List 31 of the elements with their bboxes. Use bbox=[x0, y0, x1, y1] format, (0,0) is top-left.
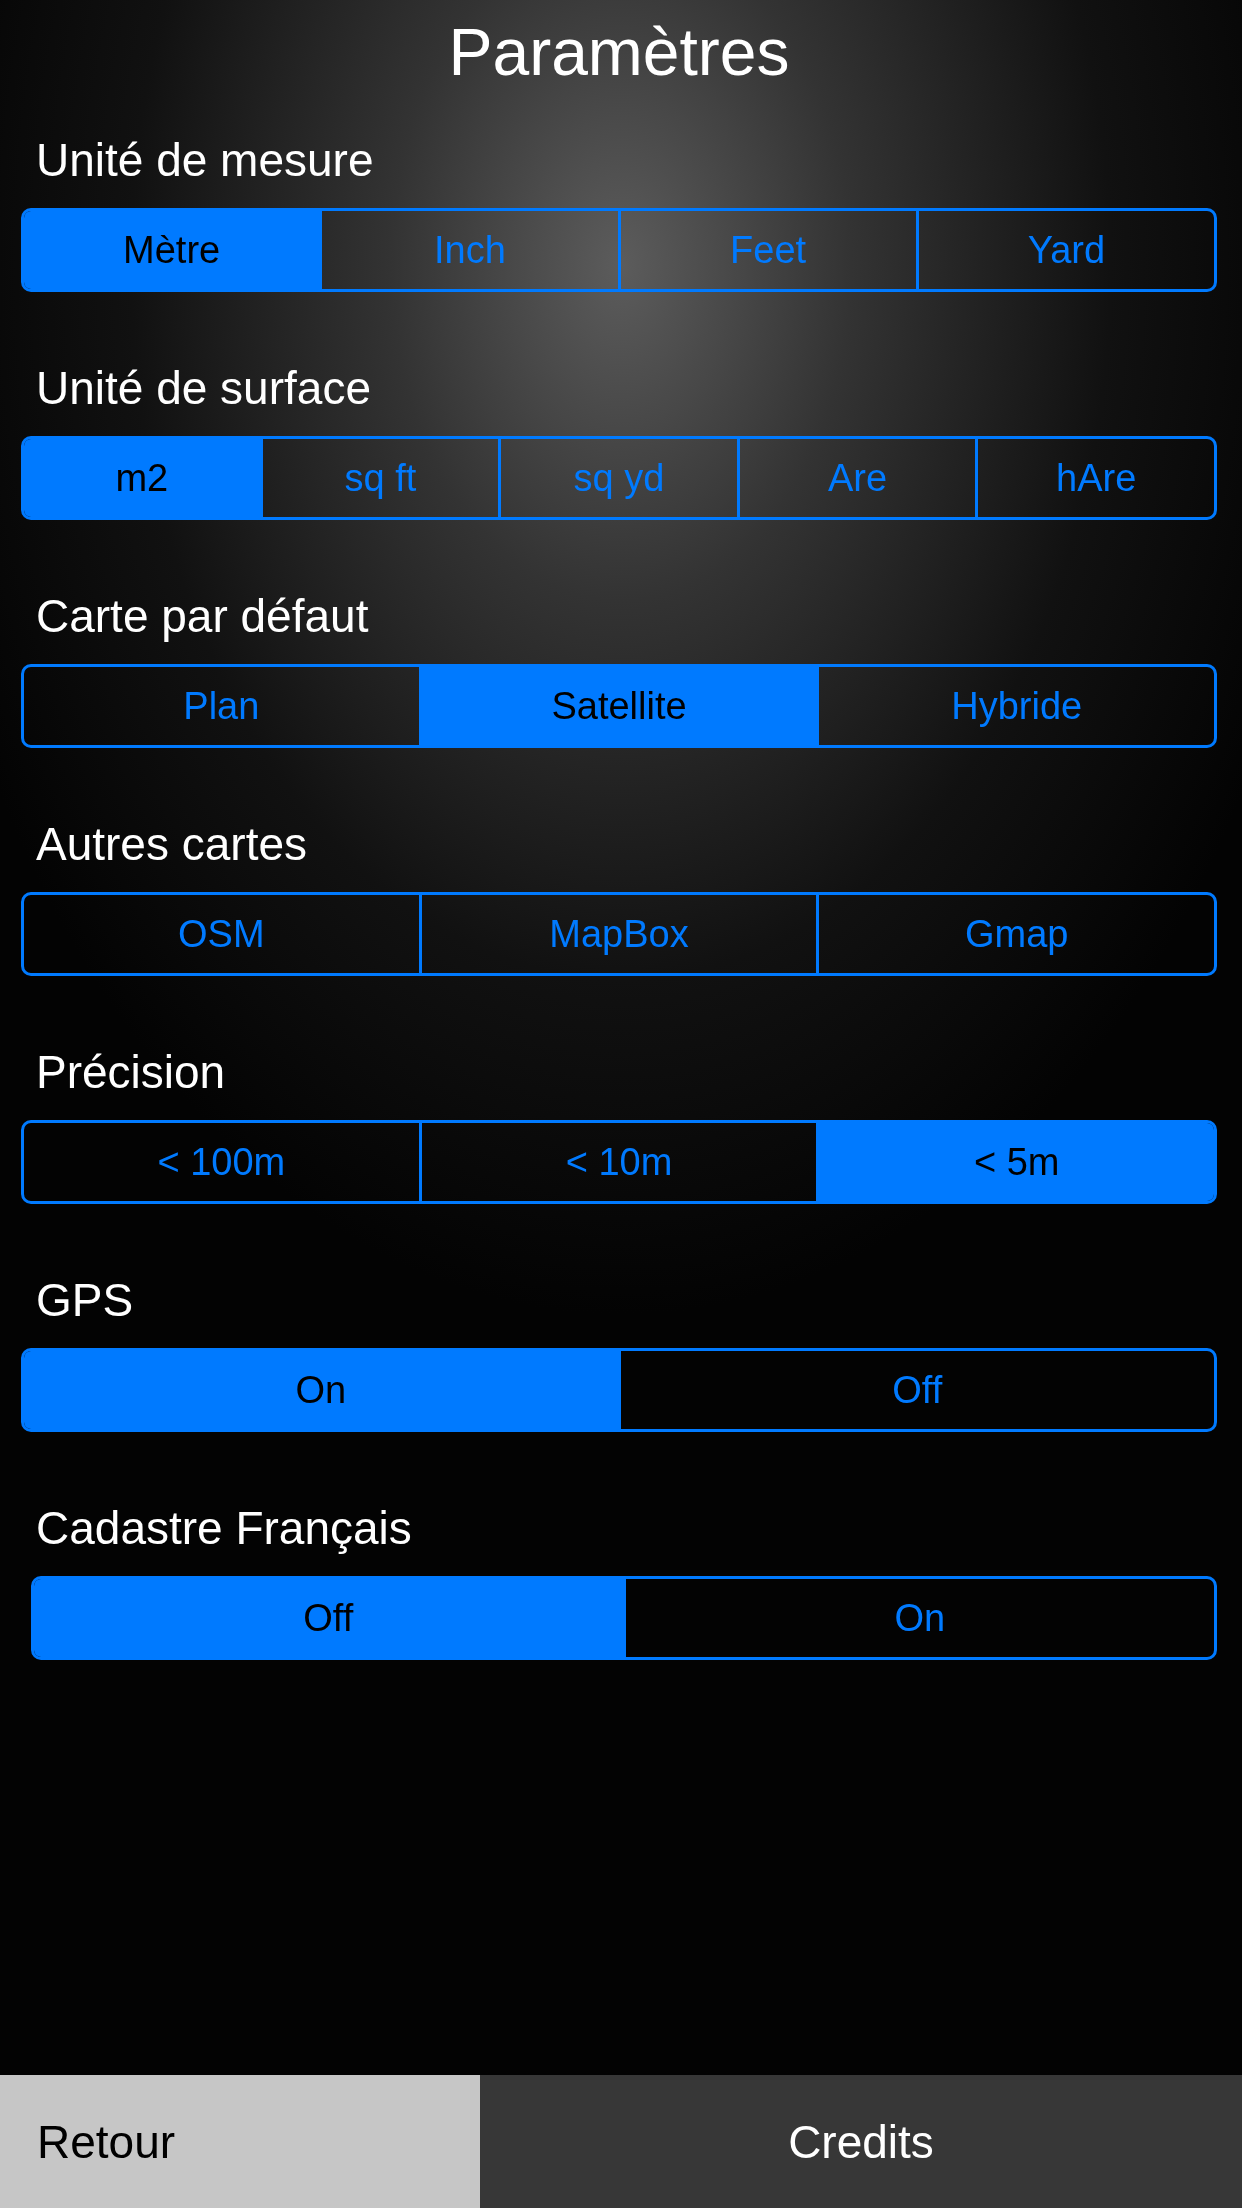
segment-option[interactable]: < 100m bbox=[24, 1123, 419, 1201]
segment-option[interactable]: On bbox=[24, 1351, 618, 1429]
segment-option[interactable]: On bbox=[622, 1579, 1214, 1657]
segment-option[interactable]: < 5m bbox=[816, 1123, 1214, 1201]
segment-option[interactable]: Off bbox=[34, 1579, 623, 1657]
section-label: GPS bbox=[36, 1273, 134, 1328]
credits-button[interactable]: Credits bbox=[480, 2075, 1242, 2208]
segment-option[interactable]: OSM bbox=[24, 895, 419, 973]
segment-option[interactable]: m2 bbox=[24, 439, 260, 517]
segment-option[interactable]: sq ft bbox=[259, 439, 499, 517]
section-label: Précision bbox=[36, 1045, 226, 1100]
segment-option[interactable]: Hybride bbox=[816, 667, 1214, 745]
section-label: Unité de surface bbox=[36, 361, 371, 416]
section-label: Autres cartes bbox=[36, 817, 307, 872]
segment-option[interactable]: Feet bbox=[617, 211, 916, 289]
segment-option[interactable]: Are bbox=[736, 439, 976, 517]
section-label: Unité de mesure bbox=[36, 133, 374, 188]
segment-option[interactable]: Mètre bbox=[24, 211, 320, 289]
section-label: Cadastre Français bbox=[36, 1501, 412, 1556]
segment-option[interactable]: Gmap bbox=[816, 895, 1214, 973]
segment-option[interactable]: Inch bbox=[319, 211, 618, 289]
segment-option[interactable]: hAre bbox=[975, 439, 1214, 517]
segment-option[interactable]: Satellite bbox=[418, 667, 817, 745]
segment-option[interactable]: Yard bbox=[915, 211, 1214, 289]
section-label: Carte par défaut bbox=[36, 589, 369, 644]
segment-option[interactable]: MapBox bbox=[418, 895, 817, 973]
back-button[interactable]: Retour bbox=[0, 2075, 480, 2208]
segment-option[interactable]: Plan bbox=[24, 667, 419, 745]
segment-option[interactable]: sq yd bbox=[498, 439, 737, 517]
screen-title: Paramètres bbox=[448, 19, 790, 85]
segment-option[interactable]: Off bbox=[617, 1351, 1214, 1429]
